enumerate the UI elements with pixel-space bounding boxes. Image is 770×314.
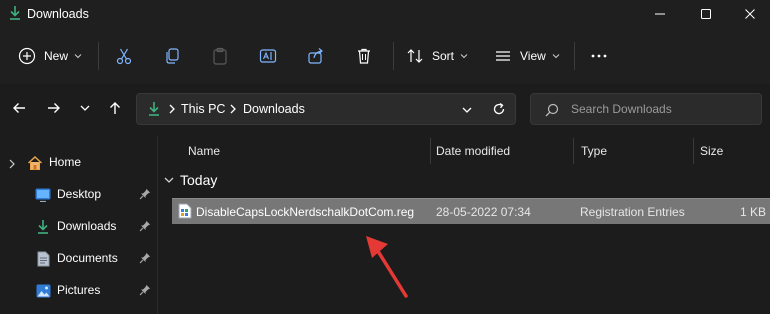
toolbar-divider [393, 42, 394, 70]
sidebar-item-home[interactable]: Home [0, 148, 158, 178]
sidebar-item-label: Documents [57, 251, 118, 265]
pin-icon[interactable] [139, 188, 151, 200]
refresh-icon[interactable] [492, 102, 506, 116]
document-icon [37, 251, 50, 267]
window-title: Downloads [27, 7, 89, 21]
download-icon [10, 6, 20, 20]
column-divider[interactable] [573, 138, 574, 164]
group-label: Today [180, 172, 218, 188]
chevron-right-icon [169, 104, 175, 114]
sidebar-item-label: Home [49, 155, 82, 169]
column-header-date-modified[interactable]: Date modified [436, 144, 510, 158]
column-divider[interactable] [693, 138, 694, 164]
column-divider[interactable] [430, 138, 431, 164]
copy-button[interactable] [163, 40, 181, 72]
forward-button[interactable] [44, 98, 64, 118]
sidebar-item-downloads[interactable]: Downloads [0, 212, 158, 242]
file-type: Registration Entries [580, 205, 685, 219]
up-button[interactable] [105, 98, 125, 118]
chevron-down-icon [460, 54, 468, 59]
plus-circle-icon [18, 47, 36, 65]
pictures-icon [36, 284, 51, 298]
column-header-size[interactable]: Size [700, 144, 723, 158]
address-row: This PC Downloads Search Downloads [0, 84, 770, 132]
file-row[interactable]: DisableCapsLockNerdschalkDotCom.reg 28-0… [172, 198, 770, 224]
more-options-button[interactable] [590, 40, 608, 72]
view-label: View [520, 49, 546, 63]
rename-icon [259, 49, 277, 63]
annotation-arrow-icon [366, 236, 408, 298]
desktop-icon [35, 188, 51, 202]
arrow-up-icon [110, 102, 120, 114]
chevron-down-icon [80, 105, 90, 111]
registry-file-icon [178, 203, 192, 219]
delete-button[interactable] [355, 40, 373, 72]
trash-icon [358, 48, 370, 64]
group-header-today[interactable]: Today [164, 172, 217, 188]
minimize-button[interactable] [637, 0, 683, 28]
paste-button[interactable] [211, 40, 229, 72]
more-icon [591, 54, 607, 58]
back-button[interactable] [9, 98, 29, 118]
breadcrumb-this-pc[interactable]: This PC [181, 102, 225, 116]
maximize-icon [701, 9, 711, 19]
view-list-icon [496, 51, 510, 61]
column-header-name[interactable]: Name [188, 144, 220, 158]
toolbar-divider [574, 42, 575, 70]
close-button[interactable] [729, 0, 770, 28]
new-button[interactable]: New [18, 40, 82, 72]
sidebar-item-label: Downloads [57, 219, 117, 233]
chevron-right-icon[interactable] [8, 159, 16, 169]
sort-label: Sort [432, 49, 455, 63]
sidebar-item-pictures[interactable]: Pictures [0, 276, 158, 306]
column-header-type[interactable]: Type [581, 144, 607, 158]
command-bar: New Sort View [0, 28, 770, 84]
toolbar-divider [98, 42, 99, 70]
file-size: 1 KB [739, 205, 766, 219]
arrow-left-icon [13, 103, 25, 113]
sidebar-item-desktop[interactable]: Desktop [0, 180, 158, 210]
pin-icon[interactable] [139, 284, 151, 296]
file-date-modified: 28-05-2022 07:34 [436, 205, 531, 219]
pane-divider [157, 136, 158, 314]
share-button[interactable] [307, 40, 325, 72]
chevron-down-icon[interactable] [164, 175, 174, 185]
close-icon [744, 9, 755, 19]
view-button[interactable]: View [494, 40, 560, 72]
download-icon [149, 102, 159, 116]
search-icon [545, 103, 559, 117]
scissors-icon [116, 48, 132, 65]
address-bar[interactable]: This PC Downloads [136, 93, 516, 125]
pin-icon[interactable] [139, 220, 151, 232]
clipboard-icon [213, 47, 227, 65]
chevron-down-icon [74, 54, 82, 59]
file-name: DisableCapsLockNerdschalkDotCom.reg [196, 205, 415, 219]
sort-button[interactable]: Sort [406, 40, 468, 72]
search-placeholder: Search Downloads [571, 102, 672, 116]
share-icon [308, 48, 323, 64]
sidebar-item-label: Pictures [57, 283, 101, 297]
pin-icon[interactable] [139, 252, 151, 264]
column-headers: Name Date modified Type Size [160, 136, 770, 166]
breadcrumb-downloads[interactable]: Downloads [243, 102, 305, 116]
sort-icon [407, 49, 423, 63]
arrow-right-icon [48, 103, 60, 113]
chevron-down-icon[interactable] [462, 105, 472, 115]
minimize-icon [655, 13, 665, 15]
search-box[interactable]: Search Downloads [530, 93, 762, 125]
chevron-right-icon [230, 104, 236, 114]
title-bar: Downloads [0, 0, 770, 28]
recent-locations-button[interactable] [75, 98, 95, 118]
maximize-button[interactable] [683, 0, 729, 28]
new-label: New [44, 49, 69, 63]
sidebar-item-label: Desktop [57, 187, 102, 201]
sidebar-item-documents[interactable]: Documents [0, 244, 158, 274]
download-icon [38, 220, 48, 234]
copy-icon [166, 48, 179, 64]
navigation-pane: Home Desktop Downloads Documents Picture… [0, 132, 158, 314]
cut-button[interactable] [115, 40, 133, 72]
home-icon [27, 155, 43, 170]
chevron-down-icon [552, 54, 560, 59]
rename-button[interactable] [259, 40, 277, 72]
